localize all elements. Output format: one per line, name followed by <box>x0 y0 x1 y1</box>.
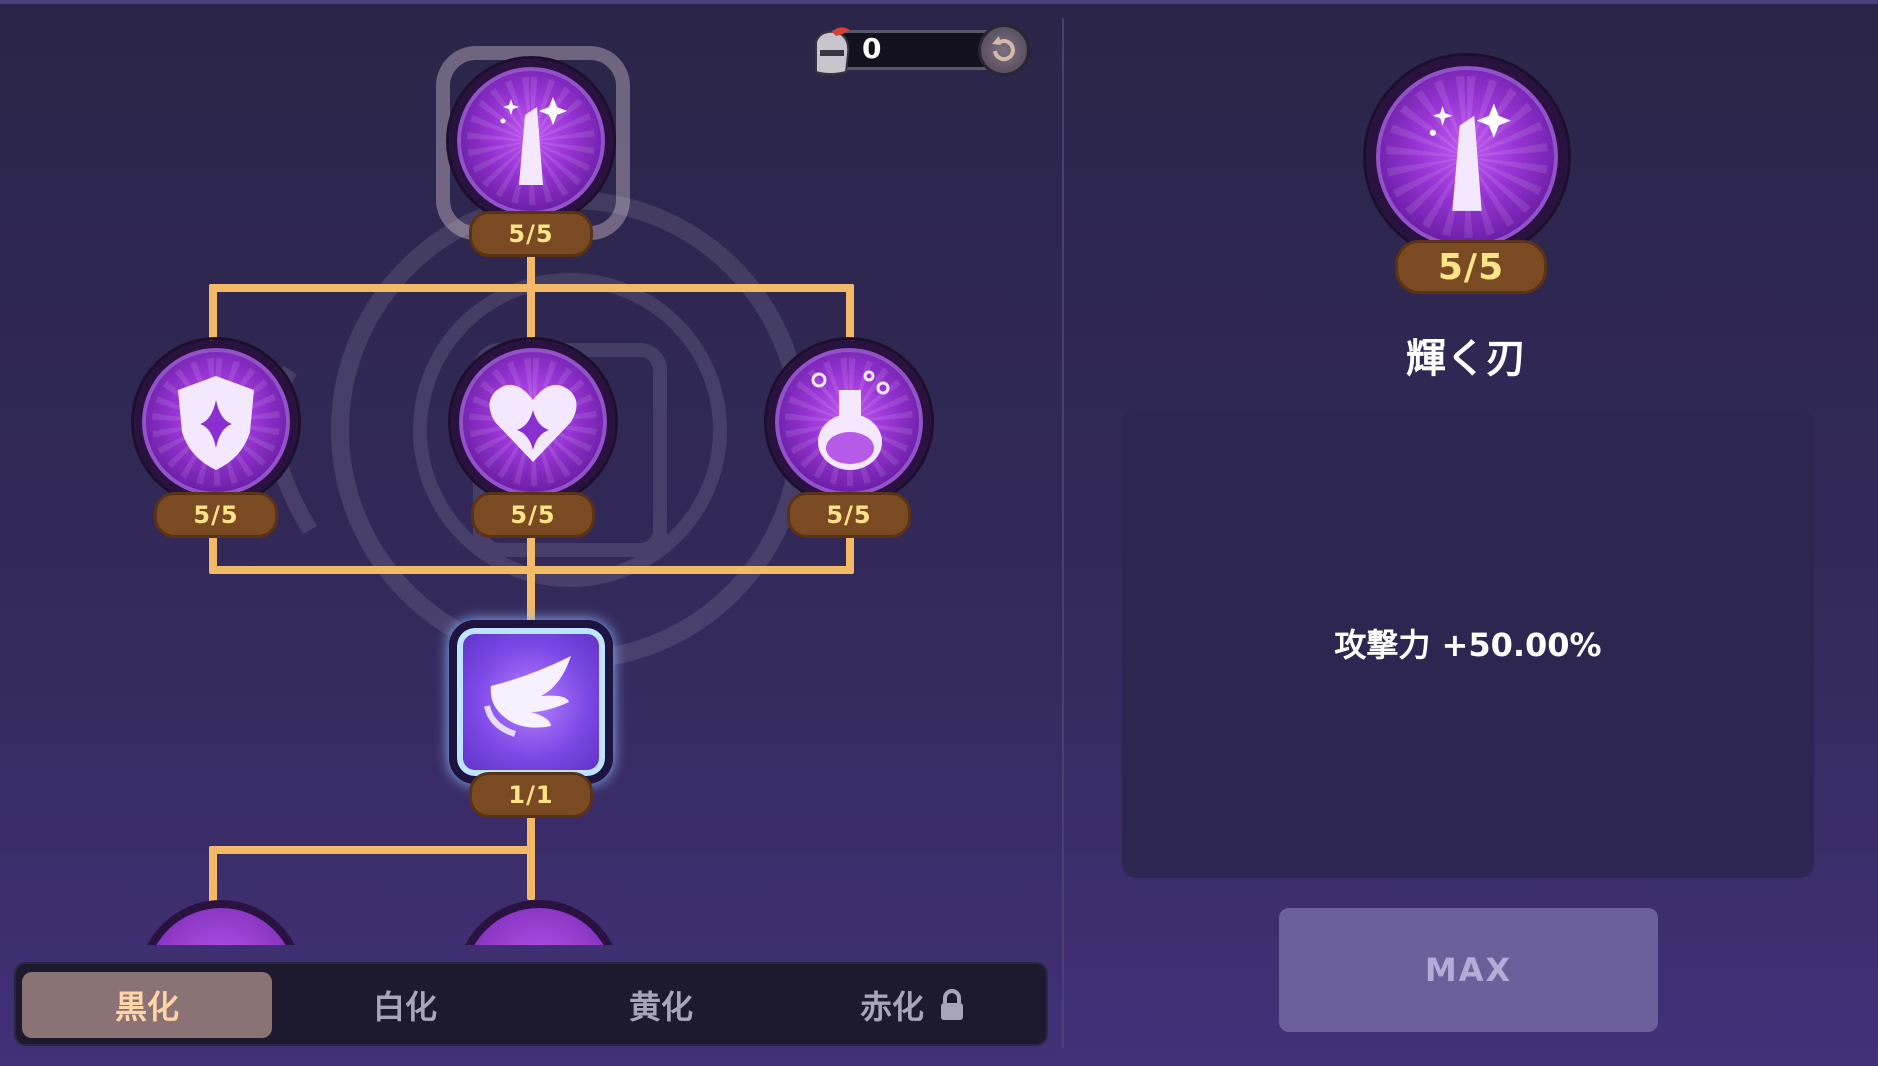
tab-hakka[interactable]: 白化 <box>280 972 530 1038</box>
skill-node-potion[interactable]: 5/5 <box>767 340 931 538</box>
reset-button[interactable] <box>978 24 1030 76</box>
level-badge: 5/5 <box>787 492 911 538</box>
tab-kokka[interactable]: 黒化 <box>22 972 272 1038</box>
connector-line <box>209 284 217 344</box>
heart-icon <box>489 384 577 462</box>
skill-node-heart[interactable]: 5/5 <box>451 340 615 538</box>
level-badge: 5/5 <box>471 492 595 538</box>
panel-divider <box>1062 18 1064 1048</box>
connector-line <box>209 566 854 574</box>
detail-skill-icon <box>1366 56 1568 258</box>
category-tabs: 黒化 白化 黄化 赤化 <box>14 962 1048 1046</box>
level-badge: 5/5 <box>469 211 593 257</box>
skill-node-wing[interactable]: 1/1 <box>449 620 613 818</box>
connector-line <box>209 846 217 906</box>
lock-icon <box>941 989 963 1020</box>
skill-node-sparkle-blade[interactable]: 5/5 <box>449 59 613 257</box>
level-badge: 1/1 <box>469 772 593 818</box>
level-badge: 5/5 <box>154 492 278 538</box>
skill-description-box: 攻撃力 +50.00% <box>1122 410 1814 878</box>
wing-icon <box>484 656 571 737</box>
sparkle-blade-icon <box>1429 103 1511 211</box>
currency-amount: 0 <box>862 32 882 65</box>
sparkle-blade-icon <box>500 97 567 185</box>
skill-effect: 攻撃力 +50.00% <box>1334 626 1602 664</box>
connector-line <box>527 284 535 344</box>
max-button[interactable]: MAX <box>1279 908 1658 1032</box>
potion-icon <box>811 370 890 470</box>
skill-tree-panel: 5/5 5/5 5/5 5/5 1/1 0 黒化 白化 黄化 赤化 <box>0 0 1063 1066</box>
connector-line <box>209 846 535 854</box>
shield-icon <box>178 376 254 470</box>
tab-ouka[interactable]: 黄化 <box>536 972 786 1038</box>
tab-label: 白化 <box>372 988 437 1026</box>
knight-helmet-icon <box>815 27 850 75</box>
tab-label: 赤化 <box>859 988 924 1026</box>
connector-line <box>846 284 854 344</box>
detail-level-badge: 5/5 <box>1395 240 1547 294</box>
tab-sekka[interactable]: 赤化 <box>788 972 1038 1038</box>
tab-label: 黄化 <box>628 988 693 1026</box>
currency-counter: 0 <box>806 24 1030 76</box>
skill-node-shield[interactable]: 5/5 <box>134 340 298 538</box>
reset-icon <box>992 36 1015 62</box>
tab-label: 黒化 <box>114 988 179 1026</box>
skill-name: 輝く刃 <box>1406 336 1526 382</box>
